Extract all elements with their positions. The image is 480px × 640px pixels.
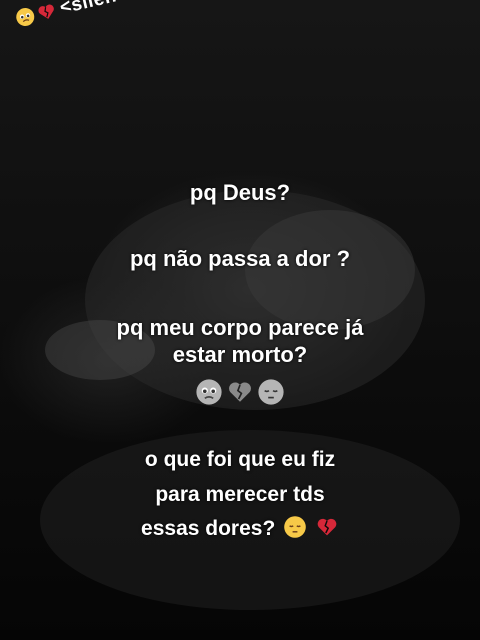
broken-heart-gray-icon (226, 378, 254, 406)
pleading-face-icon (16, 8, 35, 27)
caption-line-3a: pq meu corpo parece já (116, 315, 364, 340)
caption-line-1: pq Deus? (189, 180, 291, 205)
caption-line-4c-wrap: essas dores? (0, 515, 480, 541)
pleading-face-icon (195, 378, 223, 406)
caption-line-4b: para merecer tds (155, 483, 325, 506)
broken-heart-icon (38, 4, 54, 19)
pensive-face-icon (257, 378, 285, 406)
caption-line-3b: estar morto? (172, 342, 308, 367)
caption-line-2: pq não passa a dor ? (129, 246, 351, 271)
caption-line-4c: essas dores? (141, 517, 276, 540)
emoji-row (0, 378, 480, 406)
pensive-face-icon (284, 516, 306, 538)
broken-heart-icon (317, 518, 337, 536)
caption-line-4a: o que foi que eu fiz (144, 448, 336, 471)
